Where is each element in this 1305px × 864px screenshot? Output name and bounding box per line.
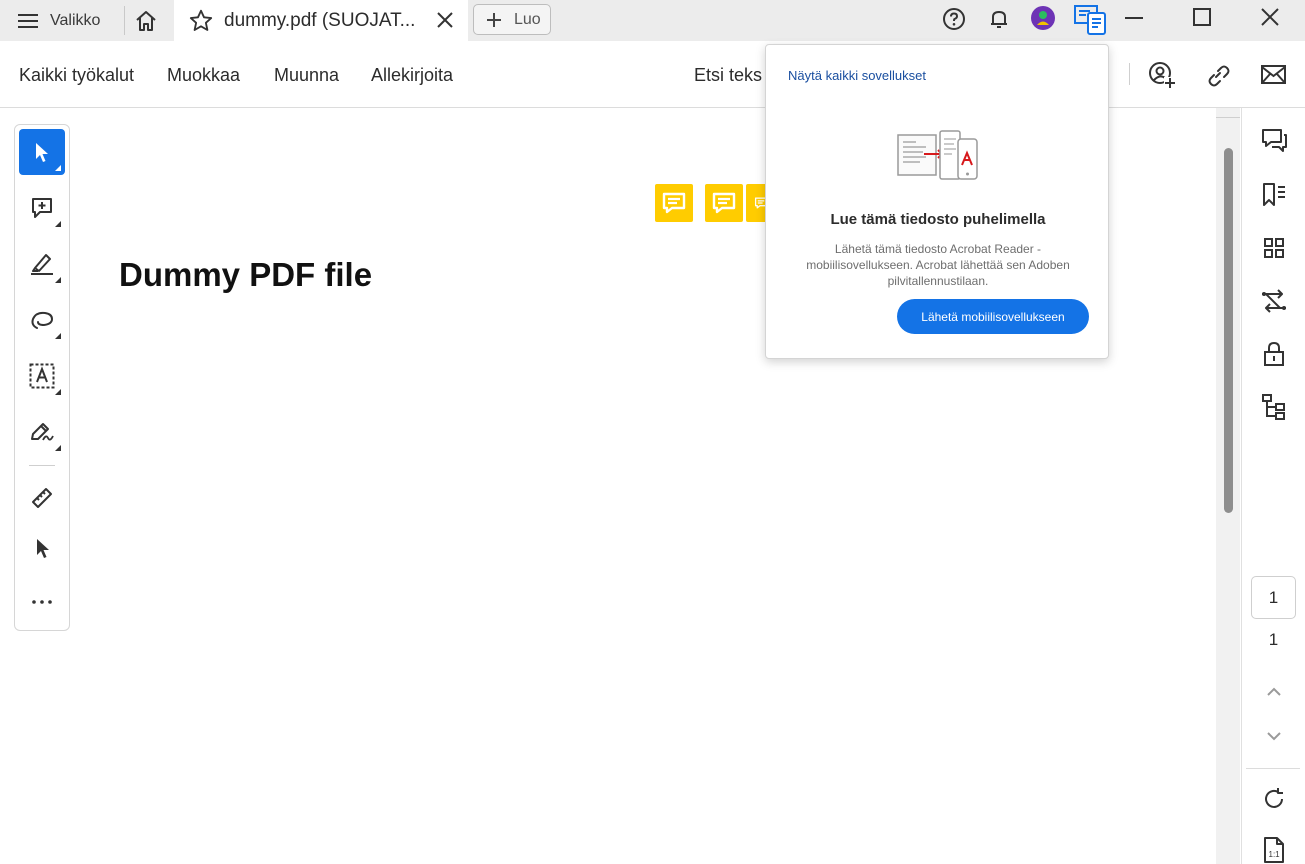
cursor-arrow-icon — [32, 141, 52, 163]
current-page-input[interactable]: 1 — [1251, 576, 1296, 619]
right-side-rail: 1 1 1:1 — [1241, 108, 1305, 864]
sign-link[interactable]: Allekirjoita — [371, 65, 453, 86]
bookmarks-panel-button[interactable] — [1258, 179, 1290, 211]
title-bar: Valikko dummy.pdf (SUOJAT... Luo — [0, 0, 1305, 41]
measure-tool-button[interactable] — [19, 475, 65, 521]
more-tools-button[interactable] — [19, 579, 65, 625]
new-tab-button[interactable]: Luo — [473, 4, 551, 35]
compare-panel-button[interactable] — [1258, 285, 1290, 317]
lock-icon — [1262, 341, 1286, 367]
home-button[interactable] — [134, 0, 158, 41]
thumbnails-panel-button[interactable] — [1258, 232, 1290, 264]
send-to-mobile-button[interactable]: Lähetä mobiilisovellukseen — [897, 299, 1089, 334]
highlight-tool-button[interactable] — [19, 241, 65, 287]
add-comment-tool-button[interactable] — [19, 185, 65, 231]
freehand-draw-icon — [29, 309, 55, 331]
pen-sign-icon — [29, 420, 55, 444]
star-icon[interactable] — [188, 8, 214, 34]
notifications-bell-icon[interactable] — [987, 7, 1011, 31]
comment-plus-icon — [30, 196, 54, 220]
compare-arrows-icon — [1260, 288, 1288, 314]
scrollbar-up-area[interactable] — [1216, 108, 1240, 118]
comment-note-icon[interactable] — [705, 184, 743, 222]
hamburger-icon — [18, 12, 40, 30]
draw-tool-button[interactable] — [19, 297, 65, 343]
select-tool-button[interactable] — [19, 129, 65, 175]
show-all-apps-link[interactable]: Näytä kaikki sovellukset — [788, 68, 926, 83]
text-box-tool-button[interactable] — [19, 353, 65, 399]
divider — [1246, 768, 1300, 769]
popup-description: Lähetä tämä tiedosto Acrobat Reader -mob… — [806, 242, 1070, 288]
convert-link[interactable]: Muunna — [274, 65, 339, 86]
scrollbar-thumb[interactable] — [1224, 148, 1233, 513]
mobile-apps-icon[interactable] — [1074, 5, 1110, 35]
divider — [1129, 63, 1130, 85]
tab-title: dummy.pdf (SUOJAT... — [224, 9, 416, 31]
menu-button[interactable]: Valikko — [18, 0, 100, 41]
ruler-icon — [29, 485, 55, 511]
comment-note-icon[interactable] — [655, 184, 693, 222]
document-title: Dummy PDF file — [119, 256, 373, 293]
close-window-icon[interactable] — [1260, 7, 1280, 27]
comments-icon — [1260, 127, 1288, 155]
edit-link[interactable]: Muokkaa — [167, 65, 240, 86]
find-text-button[interactable]: Etsi teks — [694, 65, 762, 86]
plus-icon — [486, 12, 502, 28]
popup-heading: Lue tämä tiedosto puhelimella — [830, 211, 1046, 228]
bookmark-list-icon — [1260, 181, 1288, 209]
user-avatar[interactable] — [1030, 5, 1056, 31]
menu-label: Valikko — [50, 11, 101, 29]
help-icon[interactable] — [942, 7, 966, 31]
new-tab-label: Luo — [514, 10, 541, 28]
link-icon[interactable] — [1205, 62, 1231, 88]
sign-tool-button[interactable] — [19, 409, 65, 455]
protect-panel-button[interactable] — [1258, 338, 1290, 370]
all-tools-link[interactable]: Kaikki työkalut — [19, 65, 134, 86]
more-dots-icon — [30, 598, 54, 606]
pointer-arrow-icon — [32, 537, 52, 559]
tree-structure-icon — [1261, 393, 1287, 421]
text-box-icon — [29, 363, 55, 389]
grid-icon — [1262, 236, 1286, 260]
main-toolbar: Kaikki työkalut Muokkaa Muunna Allekirjo… — [0, 41, 1305, 108]
next-page-chevron-down-icon[interactable] — [1266, 730, 1282, 742]
tab-document[interactable]: dummy.pdf (SUOJAT... — [174, 0, 468, 41]
actual-size-icon[interactable]: 1:1 — [1262, 836, 1286, 864]
svg-text:1:1: 1:1 — [1269, 850, 1281, 859]
mobile-apps-popup: Näytä kaikki sovellukset Lue tämä tiedos… — [765, 44, 1109, 359]
home-icon — [134, 10, 158, 32]
total-pages: 1 — [1268, 630, 1279, 649]
previous-page-chevron-up-icon[interactable] — [1266, 686, 1282, 698]
email-icon[interactable] — [1261, 64, 1287, 86]
pointer-tool-button[interactable] — [19, 525, 65, 571]
maximize-icon[interactable] — [1193, 8, 1211, 26]
highlighter-icon — [29, 252, 55, 276]
share-user-icon[interactable] — [1148, 61, 1176, 89]
send-to-mobile-illustration — [896, 127, 980, 183]
close-tab-icon[interactable] — [436, 11, 454, 29]
left-tool-rail — [14, 124, 70, 631]
structure-panel-button[interactable] — [1258, 391, 1290, 423]
divider — [124, 6, 125, 35]
divider — [29, 465, 55, 466]
rotate-icon[interactable] — [1261, 786, 1287, 812]
minimize-icon[interactable] — [1124, 8, 1144, 28]
comments-panel-button[interactable] — [1258, 125, 1290, 157]
